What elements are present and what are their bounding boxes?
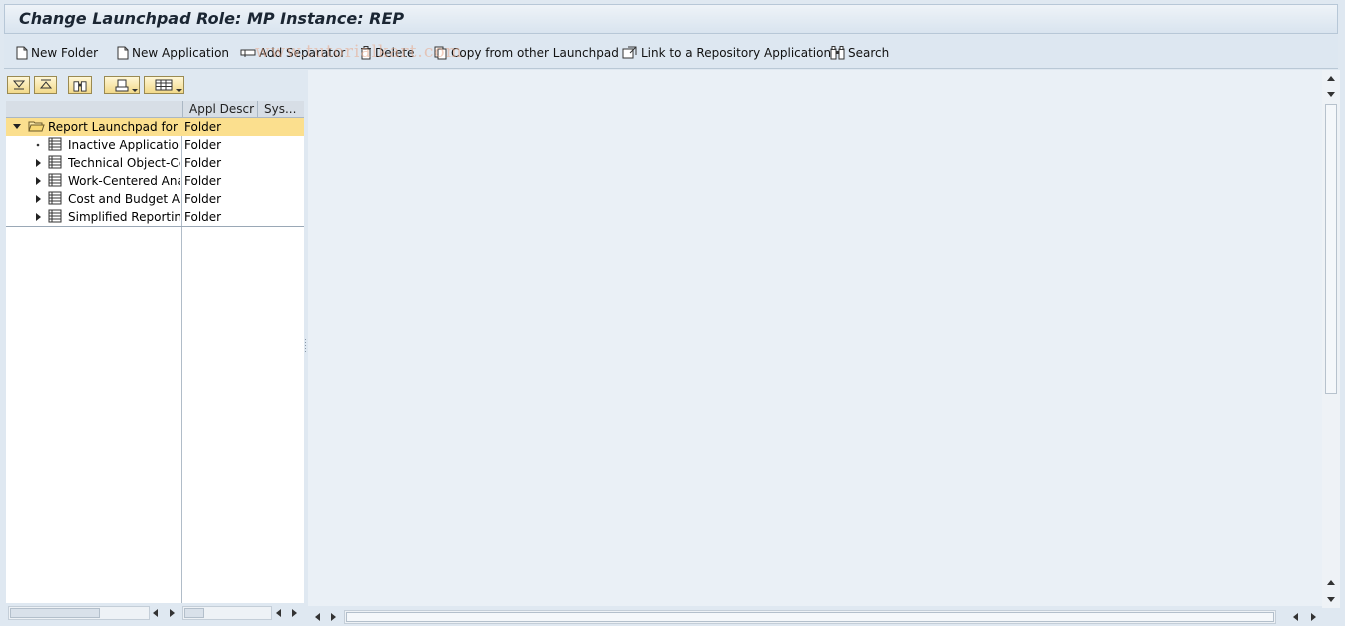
application-list-icon xyxy=(48,191,62,208)
title-bar: Change Launchpad Role: MP Instance: REP xyxy=(4,4,1338,34)
tree-item-label: Inactive Applications xyxy=(68,138,180,152)
watermark: www.tutorialkart.com xyxy=(255,42,463,62)
new-application-button[interactable]: New Application xyxy=(117,44,229,62)
tree-item-label: Work-Centered Anal xyxy=(68,174,180,188)
tree-column2-scrollbar[interactable] xyxy=(182,606,272,620)
scroll-right-arrow-icon[interactable] xyxy=(1308,611,1318,623)
tree-item-label: Simplified Reporting xyxy=(68,210,180,224)
collapsed-arrow-icon[interactable] xyxy=(33,154,43,172)
expand-all-icon xyxy=(12,80,25,90)
scroll-left-arrow-icon[interactable] xyxy=(150,607,160,619)
search-button[interactable]: Search xyxy=(830,44,889,62)
scroll-left-arrow-icon[interactable] xyxy=(312,611,322,623)
link-repository-button[interactable]: Link to a Repository Application xyxy=(622,44,831,62)
copy-launchpad-label: Copy from other Launchpad xyxy=(451,46,619,60)
link-repository-label: Link to a Repository Application xyxy=(641,46,832,60)
collapsed-arrow-icon[interactable] xyxy=(33,190,43,208)
page-title: Change Launchpad Role: MP Instance: REP xyxy=(19,9,405,28)
link-icon xyxy=(622,46,637,59)
tree-item-type: Folder xyxy=(184,156,222,170)
expand-all-button[interactable] xyxy=(7,76,30,94)
content-area xyxy=(308,70,1322,606)
tree-item[interactable]: Simplified Reporting Folder xyxy=(6,208,304,226)
tree-item[interactable]: Work-Centered Anal Folder xyxy=(6,172,304,190)
application-list-icon xyxy=(48,137,62,154)
new-folder-button[interactable]: New Folder xyxy=(16,44,98,62)
scroll-down-arrow-icon[interactable] xyxy=(1326,88,1336,100)
tree-item-type: Folder xyxy=(184,192,222,206)
horizontal-scrollbar[interactable] xyxy=(344,610,1276,624)
tree-item-label: Technical Object-Cer xyxy=(68,156,180,170)
scroll-up-arrow-icon[interactable] xyxy=(1326,576,1336,588)
search-label: Search xyxy=(848,46,890,60)
application-list-icon xyxy=(48,209,62,226)
collapsed-arrow-icon[interactable] xyxy=(33,208,43,226)
tree-root-row[interactable]: Report Launchpad for M Folder xyxy=(6,118,304,136)
layout-icon xyxy=(155,79,173,91)
tree-item-label: Cost and Budget Ana xyxy=(68,192,180,206)
scroll-right-arrow-icon[interactable] xyxy=(167,607,177,619)
new-application-label: New Application xyxy=(132,46,230,60)
folder-open-icon xyxy=(28,119,45,136)
find-button[interactable] xyxy=(68,76,92,94)
application-toolbar: New Folder New Application Add Separator… xyxy=(4,35,1338,69)
tree-item-type: Folder xyxy=(184,210,222,224)
collapsed-arrow-icon[interactable] xyxy=(33,172,43,190)
column-header-appl-descr[interactable]: Appl Descr xyxy=(182,101,257,117)
scrollbar-thumb[interactable] xyxy=(346,612,1274,622)
tree-body: Report Launchpad for M Folder Inactive A… xyxy=(6,118,304,603)
scroll-up-arrow-icon[interactable] xyxy=(1326,72,1336,84)
tree-pane: Appl Descr Sys... Report Launchpad for M… xyxy=(4,70,304,626)
scroll-left-arrow-icon[interactable] xyxy=(273,607,283,619)
scroll-down-arrow-icon[interactable] xyxy=(1326,593,1336,605)
scrollbar-thumb[interactable] xyxy=(184,608,204,618)
column-header-sys[interactable]: Sys... xyxy=(257,101,304,117)
application-list-icon xyxy=(48,173,62,190)
horizontal-scrollbar-area xyxy=(308,608,1340,626)
new-folder-label: New Folder xyxy=(31,46,99,60)
find-icon xyxy=(73,80,87,92)
tree-end-divider xyxy=(6,226,304,227)
chevron-down-icon xyxy=(176,89,182,92)
scrollbar-thumb[interactable] xyxy=(1325,104,1337,394)
leaf-bullet-icon xyxy=(33,136,43,154)
scroll-left-arrow-icon[interactable] xyxy=(1290,611,1300,623)
print-button[interactable] xyxy=(104,76,140,94)
binoculars-icon xyxy=(830,46,845,60)
scroll-right-arrow-icon[interactable] xyxy=(328,611,338,623)
tree-column1-scrollbar[interactable] xyxy=(8,606,150,620)
print-icon xyxy=(115,79,129,91)
application-list-icon xyxy=(48,155,62,172)
chevron-down-icon xyxy=(132,89,138,92)
tree-item[interactable]: Inactive Applications Folder xyxy=(6,136,304,154)
document-icon xyxy=(16,46,28,60)
tree-root-type: Folder xyxy=(184,120,222,134)
document-icon xyxy=(117,46,129,60)
collapse-all-button[interactable] xyxy=(34,76,57,94)
expanded-arrow-icon[interactable] xyxy=(12,118,22,136)
tree-root-label: Report Launchpad for M xyxy=(48,120,180,134)
tree-item[interactable]: Cost and Budget Ana Folder xyxy=(6,190,304,208)
collapse-all-icon xyxy=(39,79,52,89)
tree-item-type: Folder xyxy=(184,138,222,152)
scrollbar-thumb[interactable] xyxy=(10,608,100,618)
scroll-right-arrow-icon[interactable] xyxy=(289,607,299,619)
vertical-scrollbar[interactable] xyxy=(1322,70,1340,610)
tree-item-type: Folder xyxy=(184,174,222,188)
tree-column-header: Appl Descr Sys... xyxy=(6,101,304,118)
layout-button[interactable] xyxy=(144,76,184,94)
separator-icon xyxy=(240,49,256,57)
tree-item[interactable]: Technical Object-Cer Folder xyxy=(6,154,304,172)
